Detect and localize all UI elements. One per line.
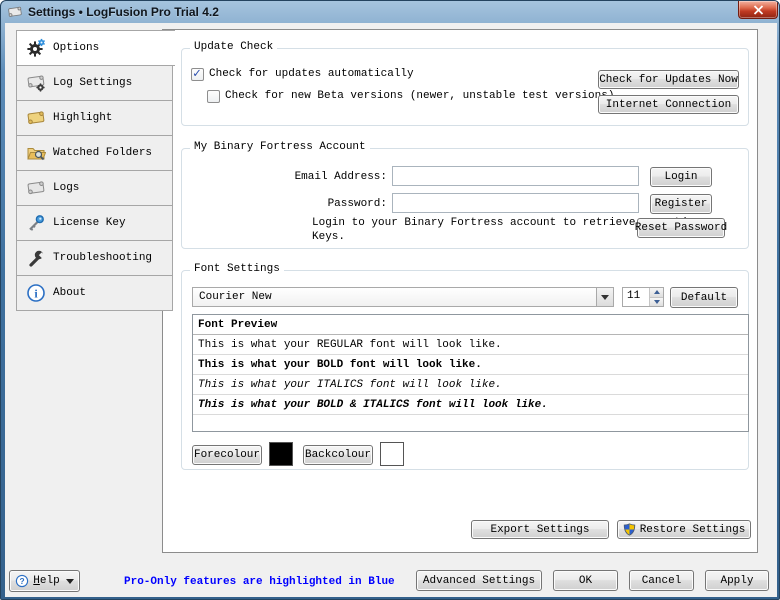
update-check-group: Update Check Check for updates automatic… — [181, 48, 749, 126]
svg-text:?: ? — [20, 576, 25, 586]
default-font-button[interactable]: Default — [670, 287, 738, 308]
uac-shield-icon — [623, 523, 636, 536]
window-title: Settings • LogFusion Pro Trial 4.2 — [28, 5, 219, 19]
ok-button[interactable]: OK — [553, 570, 618, 591]
advanced-settings-button[interactable]: Advanced Settings — [416, 570, 542, 591]
sidebar-tab-watched-folders[interactable]: Watched Folders — [16, 135, 173, 171]
email-field[interactable] — [392, 166, 639, 186]
font-family-dropdown-button[interactable] — [596, 288, 613, 306]
highlight-scroll-icon — [26, 108, 46, 128]
spin-up-button[interactable] — [650, 288, 663, 298]
group-title: Update Check — [190, 41, 277, 53]
auto-update-checkbox[interactable] — [191, 68, 204, 81]
spin-down-button[interactable] — [650, 298, 663, 307]
chevron-down-icon — [601, 295, 609, 300]
scroll-gear-icon — [26, 73, 46, 93]
restore-settings-button[interactable]: Restore Settings — [617, 520, 751, 539]
sidebar-tab-label: Log Settings — [53, 77, 132, 89]
sidebar-tab-license-key[interactable]: License Key — [16, 205, 173, 241]
forecolour-button[interactable]: Forecolour — [192, 445, 262, 465]
password-label: Password: — [202, 195, 387, 213]
sidebar-tab-label: Troubleshooting — [53, 252, 152, 264]
info-icon: i — [26, 283, 46, 303]
beta-update-row: Check for new Beta versions (newer, unst… — [207, 89, 614, 103]
titlebar[interactable]: Settings • LogFusion Pro Trial 4.2 — [1, 1, 780, 23]
register-button[interactable]: Register — [650, 194, 712, 214]
font-preview-row-italics: This is what your ITALICS font will look… — [193, 375, 748, 395]
sidebar-tab-troubleshooting[interactable]: Troubleshooting — [16, 240, 173, 276]
sidebar-tab-options[interactable]: Options — [16, 30, 175, 66]
arrow-up-icon — [654, 290, 660, 294]
login-button[interactable]: Login — [650, 167, 712, 187]
font-preview-row-regular: This is what your REGULAR font will look… — [193, 335, 748, 355]
font-family-value: Courier New — [193, 291, 596, 303]
sidebar-tab-label: Options — [53, 42, 99, 54]
font-size-stepper[interactable]: 11 — [622, 287, 664, 307]
sidebar-tab-about[interactable]: i About — [16, 275, 173, 311]
backcolour-swatch — [380, 442, 404, 466]
group-title: My Binary Fortress Account — [190, 141, 370, 153]
backcolour-button[interactable]: Backcolour — [303, 445, 373, 465]
close-button[interactable] — [738, 1, 778, 19]
sidebar-tab-label: Logs — [53, 182, 79, 194]
beta-update-checkbox[interactable] — [207, 90, 220, 103]
font-preview-row-bold: This is what your BOLD font will look li… — [193, 355, 748, 375]
gear-icon — [26, 38, 46, 58]
font-family-select[interactable]: Courier New — [192, 287, 614, 307]
check-for-updates-button[interactable]: Check for Updates Now — [598, 70, 739, 89]
beta-update-label: Check for new Beta versions (newer, unst… — [225, 90, 614, 102]
sidebar-tab-log-settings[interactable]: Log Settings — [16, 65, 173, 101]
help-button[interactable]: ? Help — [9, 570, 80, 592]
app-logo-scroll-icon — [7, 4, 23, 20]
reset-password-button[interactable]: Reset Password — [637, 218, 725, 238]
group-title: Font Settings — [190, 263, 284, 275]
forecolour-swatch — [269, 442, 293, 466]
sidebar-tab-highlight[interactable]: Highlight — [16, 100, 173, 136]
font-settings-group: Font Settings Courier New 11 Default Fon… — [181, 270, 749, 470]
font-preview-header: Font Preview — [193, 315, 748, 335]
cancel-button[interactable]: Cancel — [629, 570, 694, 591]
export-settings-button[interactable]: Export Settings — [471, 520, 609, 539]
sidebar-tab-label: Highlight — [53, 112, 112, 124]
sidebar-tab-label: License Key — [53, 217, 126, 229]
help-icon: ? — [15, 574, 29, 588]
arrow-down-icon — [654, 300, 660, 304]
font-preview-row-bold-italics: This is what your BOLD & ITALICS font wi… — [193, 395, 748, 415]
settings-window: Settings • LogFusion Pro Trial 4.2 Optio… — [0, 0, 780, 600]
folder-search-icon — [26, 143, 46, 163]
apply-button[interactable]: Apply — [705, 570, 769, 591]
close-icon — [753, 5, 764, 15]
wrench-icon — [26, 248, 46, 268]
sidebar-tab-label: Watched Folders — [53, 147, 152, 159]
logs-scroll-icon — [26, 178, 46, 198]
internet-connection-button[interactable]: Internet Connection — [598, 95, 739, 114]
key-icon — [26, 213, 46, 233]
account-group: My Binary Fortress Account Email Address… — [181, 148, 749, 249]
pro-only-note: Pro-Only features are highlighted in Blu… — [124, 576, 395, 588]
font-size-value: 11 — [623, 288, 649, 306]
restore-settings-label: Restore Settings — [640, 524, 746, 536]
auto-update-label: Check for updates automatically — [209, 68, 414, 80]
sidebar-tab-logs[interactable]: Logs — [16, 170, 173, 206]
password-field[interactable] — [392, 193, 639, 213]
sidebar-tab-label: About — [53, 287, 86, 299]
email-label: Email Address: — [202, 168, 387, 186]
chevron-down-icon — [66, 579, 74, 584]
auto-update-row: Check for updates automatically — [191, 67, 414, 81]
font-preview-list: Font Preview This is what your REGULAR f… — [192, 314, 749, 432]
help-label: Help — [33, 575, 59, 587]
